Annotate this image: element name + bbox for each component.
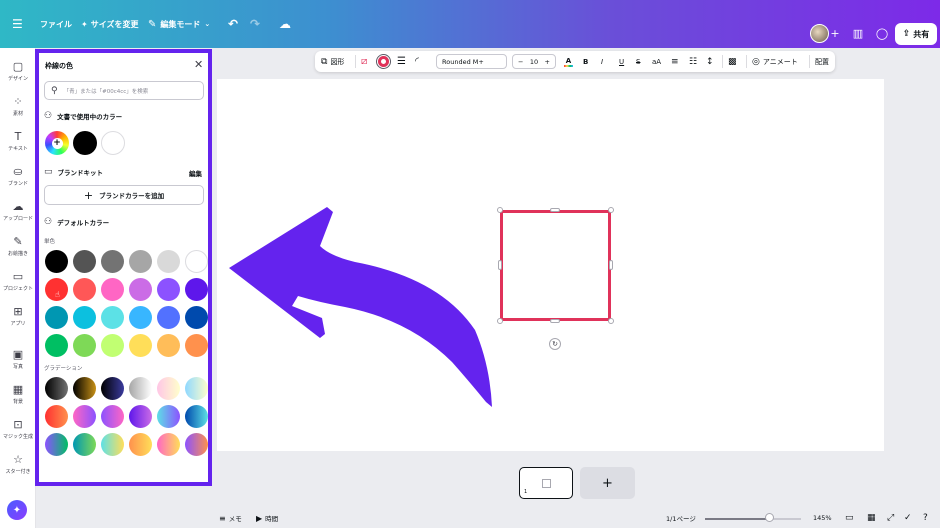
timer-label: 時間 (265, 515, 279, 523)
timer-icon: ▶ (256, 513, 263, 523)
add-page-button[interactable]: + (580, 467, 635, 499)
zoom-slider-knob[interactable] (765, 513, 774, 522)
zoom-value[interactable]: 145% (813, 508, 832, 528)
plus-icon: + (602, 475, 613, 491)
page-count[interactable]: 1/1ページ (666, 508, 696, 528)
page-thumbnail[interactable]: 1 (519, 467, 573, 499)
notes-button[interactable]: ≡ メモ (219, 508, 242, 528)
monitor-icon: ▭ (845, 513, 854, 523)
arrow-shape (229, 207, 492, 407)
fullscreen-button[interactable]: ⤢ (887, 508, 894, 528)
pages-icon: ▦ (867, 513, 876, 523)
page-thumbnail-preview (542, 479, 551, 488)
pages-view-button[interactable]: ▦ (867, 508, 876, 528)
annotation-arrow (229, 207, 492, 407)
notes-label: メモ (228, 515, 242, 523)
notes-icon: ≡ (219, 513, 226, 523)
check-circle-icon: ✓ (904, 513, 912, 523)
help-icon: ? (923, 513, 928, 523)
help-button[interactable]: ? (923, 508, 928, 528)
fullscreen-icon: ⤢ (887, 513, 895, 523)
check-button[interactable]: ✓ (904, 508, 912, 528)
bottom-bar: ≡ メモ ▶ 時間 1/1ページ 145% ▭ ▦ ⤢ ✓ ? (212, 508, 940, 528)
grid-view-button[interactable]: ▭ (845, 508, 854, 528)
zoom-fill (705, 518, 771, 520)
zoom-slider[interactable] (705, 518, 801, 520)
page-number: 1 (524, 489, 528, 495)
timer-button[interactable]: ▶ 時間 (256, 508, 278, 528)
